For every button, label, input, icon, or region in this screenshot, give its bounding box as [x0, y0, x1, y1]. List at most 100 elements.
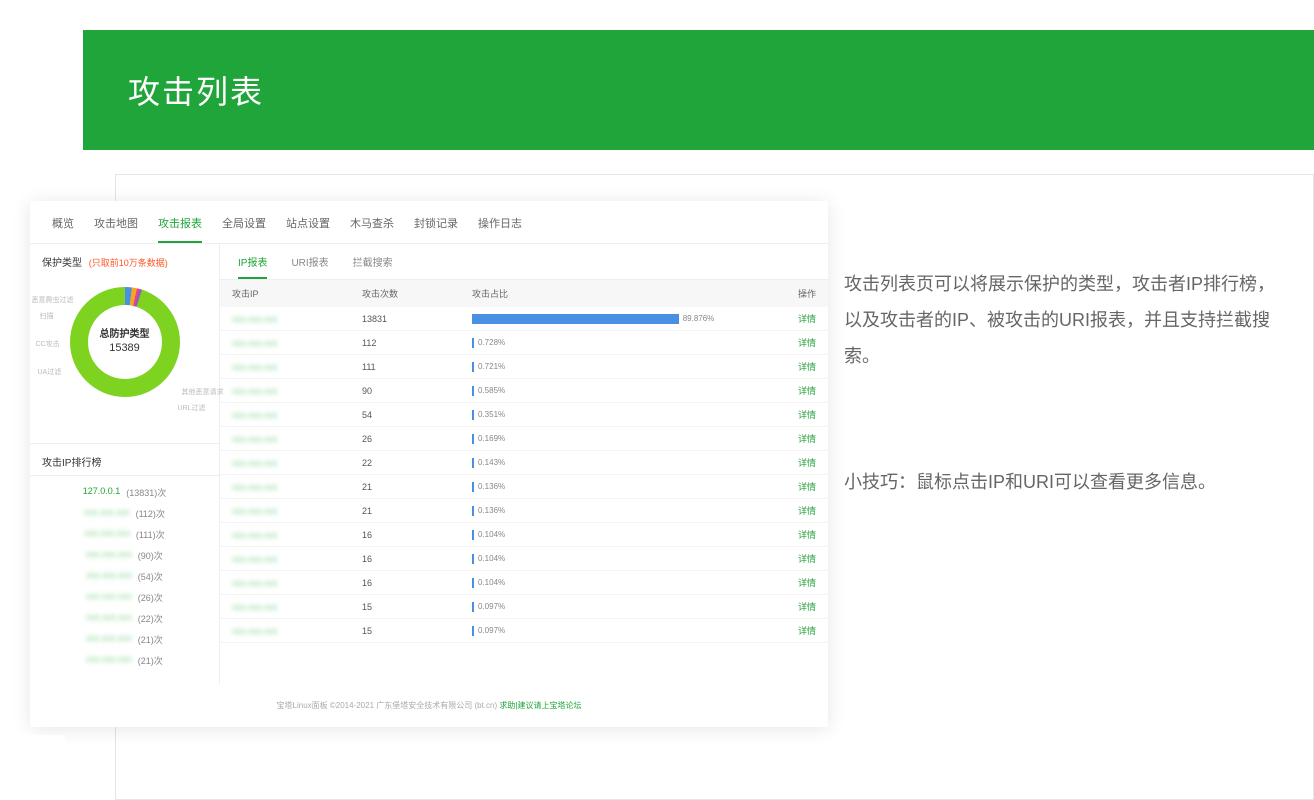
ip-cell[interactable]: xxx.xxx.xxx	[220, 547, 350, 571]
action-cell: 详情	[778, 499, 828, 523]
top-tab-2[interactable]: 攻击报表	[158, 215, 202, 243]
ip-cell[interactable]: xxx.xxx.xxx	[220, 427, 350, 451]
table-row: xxx.xxx.xxx1110.721%详情	[220, 355, 828, 379]
page-header: 攻击列表	[83, 30, 1314, 150]
rank-item[interactable]: xxx.xxx.xxx(90)次	[30, 545, 219, 566]
ip-cell[interactable]: xxx.xxx.xxx	[220, 355, 350, 379]
rank-item[interactable]: xxx.xxx.xxx(54)次	[30, 566, 219, 587]
rank-item[interactable]: xxx.xxx.xxx(26)次	[30, 587, 219, 608]
ratio-cell: 0.143%	[460, 451, 778, 475]
ratio-cell: 0.169%	[460, 427, 778, 451]
detail-link[interactable]: 详情	[798, 482, 816, 492]
rank-item[interactable]: xxx.xxx.xxx(22)次	[30, 608, 219, 629]
detail-link[interactable]: 详情	[798, 410, 816, 420]
top-tab-bar: 概览攻击地图攻击报表全局设置站点设置木马查杀封锁记录操作日志	[30, 201, 828, 244]
ip-cell[interactable]: xxx.xxx.xxx	[220, 595, 350, 619]
action-cell: 详情	[778, 355, 828, 379]
count-cell: 26	[350, 427, 460, 451]
detail-link[interactable]: 详情	[798, 386, 816, 396]
action-cell: 详情	[778, 403, 828, 427]
ratio-cell: 0.104%	[460, 571, 778, 595]
ip-cell[interactable]: xxx.xxx.xxx	[220, 403, 350, 427]
table-header: 攻击IP	[220, 280, 350, 307]
detail-link[interactable]: 详情	[798, 602, 816, 612]
ratio-cell: 0.136%	[460, 475, 778, 499]
detail-link[interactable]: 详情	[798, 554, 816, 564]
ratio-cell: 0.351%	[460, 403, 778, 427]
count-cell: 13831	[350, 307, 460, 331]
count-cell: 112	[350, 331, 460, 355]
rank-item[interactable]: xxx.xxx.xxx(111)次	[30, 524, 219, 545]
ratio-cell: 0.097%	[460, 595, 778, 619]
count-cell: 111	[350, 355, 460, 379]
detail-link[interactable]: 详情	[798, 578, 816, 588]
rank-item[interactable]: 127.0.0.1(13831)次	[30, 482, 219, 503]
ratio-cell: 0.097%	[460, 619, 778, 643]
table-row: xxx.xxx.xxx160.104% 详情	[220, 547, 828, 571]
count-cell: 54	[350, 403, 460, 427]
table-row: xxx.xxx.xxx900.585%详情	[220, 379, 828, 403]
table-row: xxx.xxx.xxx160.104% 详情	[220, 571, 828, 595]
ratio-cell: 0.104%	[460, 523, 778, 547]
ip-cell[interactable]: xxx.xxx.xxx	[220, 451, 350, 475]
count-cell: 16	[350, 547, 460, 571]
page-title: 攻击列表	[128, 67, 264, 113]
ip-cell[interactable]: xxx.xxx.xxx	[220, 475, 350, 499]
ip-cell[interactable]: xxx.xxx.xxx	[220, 619, 350, 643]
top-tab-0[interactable]: 概览	[52, 215, 74, 243]
detail-link[interactable]: 详情	[798, 530, 816, 540]
count-cell: 90	[350, 379, 460, 403]
ip-cell[interactable]: xxx.xxx.xxx	[220, 307, 350, 331]
legend-item: UA过滤	[38, 367, 62, 377]
detail-link[interactable]: 详情	[798, 506, 816, 516]
rank-item[interactable]: xxx.xxx.xxx(21)次	[30, 629, 219, 650]
table-header: 攻击占比	[460, 280, 778, 307]
count-cell: 15	[350, 619, 460, 643]
legend-item: CC攻击	[36, 339, 60, 349]
table-row: xxx.xxx.xxx160.104% 详情	[220, 523, 828, 547]
detail-link[interactable]: 详情	[798, 314, 816, 324]
footer-link[interactable]: 求助|建议请上宝塔论坛	[499, 701, 581, 710]
detail-link[interactable]: 详情	[798, 626, 816, 636]
action-cell: 详情	[778, 475, 828, 499]
legend-item: 其他恶意请求	[182, 387, 224, 397]
sub-tab-0[interactable]: IP报表	[238, 254, 267, 279]
table-row: xxx.xxx.xxx220.143%详情	[220, 451, 828, 475]
ip-cell[interactable]: xxx.xxx.xxx	[220, 499, 350, 523]
count-cell: 16	[350, 523, 460, 547]
rank-item[interactable]: xxx.xxx.xxx(112)次	[30, 503, 219, 524]
table-row: xxx.xxx.xxx150.097% 详情	[220, 619, 828, 643]
top-tab-6[interactable]: 封锁记录	[414, 215, 458, 243]
count-cell: 21	[350, 475, 460, 499]
top-tab-5[interactable]: 木马查杀	[350, 215, 394, 243]
decorative-notch-top	[18, 30, 65, 150]
table-row: xxx.xxx.xxx260.169% 详情	[220, 427, 828, 451]
count-cell: 21	[350, 499, 460, 523]
ip-cell[interactable]: xxx.xxx.xxx	[220, 523, 350, 547]
count-cell: 15	[350, 595, 460, 619]
action-cell: 详情	[778, 547, 828, 571]
count-cell: 16	[350, 571, 460, 595]
table-row: xxx.xxx.xxx210.136% 详情	[220, 475, 828, 499]
chart-title: 保护类型	[42, 258, 82, 269]
top-tab-7[interactable]: 操作日志	[478, 215, 522, 243]
table-row: xxx.xxx.xxx1120.728%详情	[220, 331, 828, 355]
action-cell: 详情	[778, 619, 828, 643]
ratio-cell: 0.136%	[460, 499, 778, 523]
decorative-notch-bottom	[18, 735, 65, 790]
top-tab-1[interactable]: 攻击地图	[94, 215, 138, 243]
ip-cell[interactable]: xxx.xxx.xxx	[220, 331, 350, 355]
detail-link[interactable]: 详情	[798, 338, 816, 348]
rank-item[interactable]: xxx.xxx.xxx(21)次	[30, 650, 219, 671]
ip-cell[interactable]: xxx.xxx.xxx	[220, 571, 350, 595]
detail-link[interactable]: 详情	[798, 458, 816, 468]
top-tab-3[interactable]: 全局设置	[222, 215, 266, 243]
sub-tab-1[interactable]: URI报表	[291, 254, 328, 279]
detail-link[interactable]: 详情	[798, 362, 816, 372]
sub-tab-2[interactable]: 拦截搜索	[353, 254, 393, 279]
top-tab-4[interactable]: 站点设置	[286, 215, 330, 243]
action-cell: 详情	[778, 571, 828, 595]
ratio-cell: 0.104%	[460, 547, 778, 571]
ip-cell[interactable]: xxx.xxx.xxx	[220, 379, 350, 403]
detail-link[interactable]: 详情	[798, 434, 816, 444]
